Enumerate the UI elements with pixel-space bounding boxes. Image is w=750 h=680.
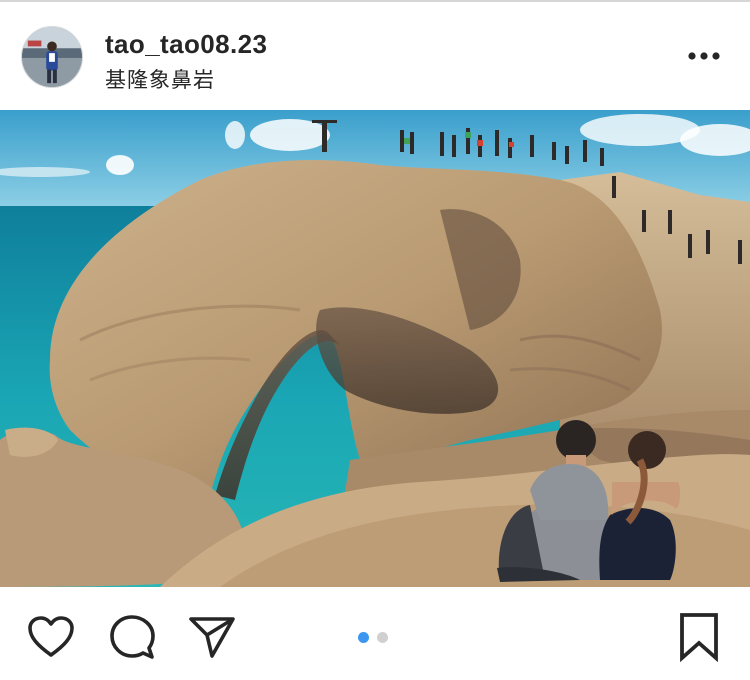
more-horizontal-icon: [688, 52, 720, 60]
avatar-image: [22, 27, 82, 87]
save-button[interactable]: [673, 611, 725, 663]
comment-bubble-icon: [110, 615, 155, 659]
share-button[interactable]: [186, 611, 238, 663]
more-options-button[interactable]: [682, 42, 726, 70]
comment-button[interactable]: [106, 611, 158, 663]
username[interactable]: tao_tao08.23: [105, 29, 267, 60]
carousel-dot-active: [358, 632, 369, 643]
post-photo[interactable]: [0, 110, 750, 587]
location-tag[interactable]: 基隆象鼻岩: [105, 64, 215, 94]
heart-icon: [28, 616, 74, 657]
carousel-dot: [377, 632, 388, 643]
carousel-indicator: [358, 632, 388, 643]
photo-elephant-rock: [0, 110, 750, 587]
avatar[interactable]: [21, 26, 83, 88]
post-actions: [0, 587, 750, 680]
post-header: tao_tao08.23 基隆象鼻岩: [0, 2, 750, 110]
like-button[interactable]: [25, 611, 77, 663]
instagram-post: tao_tao08.23 基隆象鼻岩: [0, 0, 750, 680]
bookmark-icon: [680, 613, 718, 662]
paper-plane-icon: [189, 617, 235, 658]
